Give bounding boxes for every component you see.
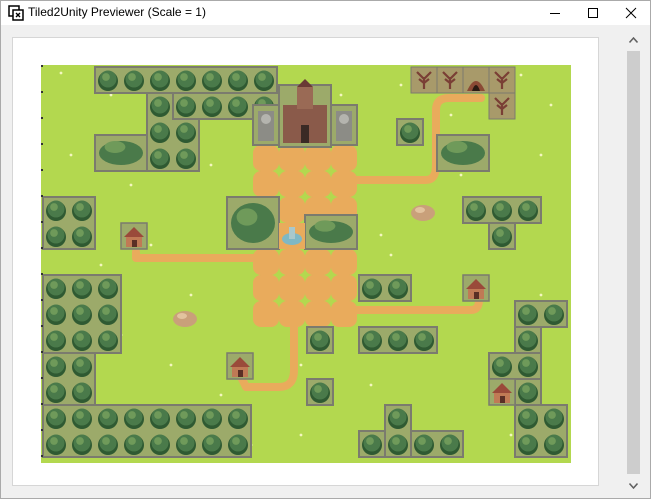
grass-sparkle — [149, 243, 153, 247]
grid-marker — [41, 169, 43, 171]
grass-sparkle — [519, 73, 523, 77]
plaza-tile — [279, 301, 305, 327]
plaza-tile — [305, 249, 331, 275]
tile-map-preview[interactable] — [41, 65, 571, 463]
maximize-icon — [588, 8, 598, 18]
grid-marker — [41, 143, 43, 145]
maximize-button[interactable] — [574, 1, 612, 25]
plaza-tile — [279, 249, 305, 275]
grass-sparkle — [209, 163, 213, 167]
grass-sparkle — [339, 93, 343, 97]
plaza-tile — [331, 249, 357, 275]
grass-sparkle — [459, 173, 463, 177]
close-icon — [625, 7, 637, 19]
grid-marker — [41, 65, 43, 67]
plaza-tile — [253, 301, 279, 327]
plaza-tile — [331, 301, 357, 327]
plaza-tile — [305, 275, 331, 301]
grass-sparkle — [219, 393, 223, 397]
grass-sparkle — [539, 153, 543, 157]
plaza-tile — [279, 145, 305, 171]
scroll-up-arrow-icon — [629, 36, 638, 43]
plaza-tile — [305, 145, 331, 171]
grid-marker — [41, 91, 43, 93]
plaza-tile — [253, 249, 279, 275]
grid-marker — [41, 273, 43, 275]
grass-sparkle — [369, 383, 373, 387]
grass-sparkle — [99, 263, 103, 267]
rock-icon — [173, 311, 197, 327]
grid-marker — [41, 429, 43, 431]
previewer-window: Tiled2Unity Previewer (Scale = 1) — [0, 0, 651, 499]
tiled2unity-icon — [8, 5, 24, 21]
plaza-tile — [279, 197, 305, 223]
scroll-up-button[interactable] — [625, 31, 642, 48]
plaza-tile — [331, 275, 357, 301]
title-bar[interactable]: Tiled2Unity Previewer (Scale = 1) — [1, 1, 650, 25]
close-button[interactable] — [612, 1, 650, 25]
minimize-icon — [550, 13, 560, 14]
grass-sparkle — [389, 253, 393, 257]
grass-sparkle — [189, 293, 193, 297]
grass-sparkle — [169, 363, 173, 367]
plaza-tile — [279, 275, 305, 301]
grid-marker — [41, 455, 43, 457]
plaza-tile — [253, 145, 279, 171]
scrollbar-thumb[interactable] — [627, 51, 640, 474]
grid-marker — [41, 403, 43, 405]
grid-marker — [41, 325, 43, 327]
grass-sparkle — [509, 433, 513, 437]
minimize-button[interactable] — [536, 1, 574, 25]
grid-marker — [41, 117, 43, 119]
grass-sparkle — [59, 71, 63, 75]
plaza-tile — [331, 145, 357, 171]
grass-sparkle — [449, 113, 453, 117]
plaza-tile — [305, 171, 331, 197]
grass-sparkle — [299, 363, 303, 367]
window-title: Tiled2Unity Previewer (Scale = 1) — [28, 5, 206, 19]
grid-marker — [41, 377, 43, 379]
grass-sparkle — [399, 83, 403, 87]
rock-icon — [411, 205, 435, 221]
grass-sparkle — [109, 93, 113, 97]
plaza-tile — [279, 171, 305, 197]
preview-canvas[interactable] — [12, 37, 599, 486]
grass-sparkle — [379, 233, 383, 237]
grid-marker — [41, 221, 43, 223]
plaza-tile — [253, 171, 279, 197]
grid-marker — [41, 351, 43, 353]
grass-sparkle — [549, 103, 553, 107]
scroll-down-arrow-icon — [629, 482, 638, 489]
client-area — [1, 25, 650, 498]
grass-sparkle — [299, 433, 303, 437]
grid-marker — [41, 247, 43, 249]
scroll-down-button[interactable] — [625, 477, 642, 494]
grass-sparkle — [539, 293, 543, 297]
grass-sparkle — [129, 183, 133, 187]
plaza-tile — [331, 171, 357, 197]
grass-sparkle — [69, 153, 73, 157]
plaza-tile — [305, 301, 331, 327]
vertical-scrollbar[interactable] — [625, 31, 642, 494]
grid-marker — [41, 299, 43, 301]
plaza-tile — [253, 275, 279, 301]
grid-marker — [41, 195, 43, 197]
